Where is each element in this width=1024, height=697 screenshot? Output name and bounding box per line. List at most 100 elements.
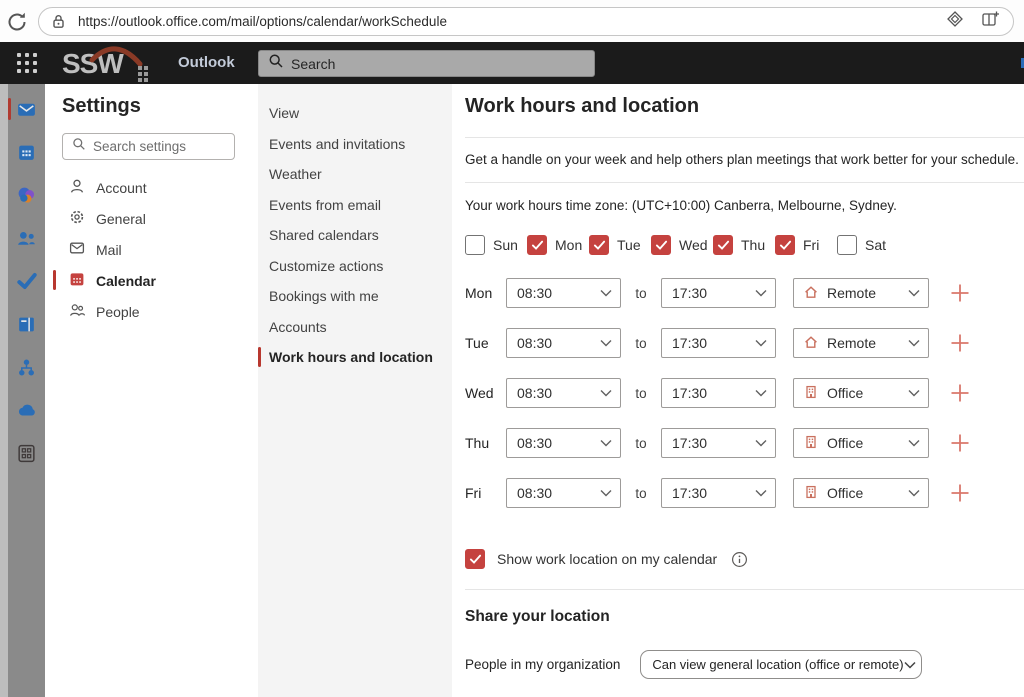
add-time-slot-button[interactable]	[949, 332, 971, 354]
ssw-logo[interactable]: SSW	[62, 46, 158, 82]
chevron-down-icon	[600, 389, 612, 397]
checkbox-checked[interactable]	[651, 235, 671, 255]
start-time-value: 08:30	[517, 385, 552, 401]
app-launcher-icon[interactable]	[17, 53, 38, 74]
chevron-down-icon	[755, 439, 767, 447]
subnav-item-customize-actions[interactable]: Customize actions	[258, 251, 452, 282]
settings-item-calendar[interactable]: Calendar	[62, 265, 258, 296]
home-icon	[803, 334, 819, 353]
end-time-select[interactable]: 17:30	[661, 378, 776, 408]
subnav-item-weather[interactable]: Weather	[258, 159, 452, 190]
orgchart-icon[interactable]	[16, 356, 38, 378]
more-apps-icon[interactable]	[16, 442, 38, 464]
day-toggle-sun[interactable]: Sun	[465, 235, 527, 255]
subnav-item-work-hours-location[interactable]: Work hours and location	[258, 342, 452, 373]
day-label: Thu	[741, 237, 765, 253]
reload-icon[interactable]	[5, 10, 29, 34]
settings-search-box[interactable]	[62, 133, 235, 160]
subnav-item-accounts[interactable]: Accounts	[258, 312, 452, 343]
show-location-checkbox[interactable]	[465, 549, 485, 569]
share-section-title: Share your location	[465, 608, 1024, 626]
start-time-select[interactable]: 08:30	[506, 328, 621, 358]
kiosk-icon[interactable]	[16, 313, 38, 335]
url-text[interactable]: https://outlook.office.com/mail/options/…	[78, 14, 447, 29]
location-select[interactable]: Office	[793, 378, 929, 408]
location-select[interactable]: Remote	[793, 278, 929, 308]
day-toggle-wed[interactable]: Wed	[651, 235, 713, 255]
page-description: Get a handle on your week and help other…	[465, 152, 1024, 167]
share-permission-value: Can view general location (office or rem…	[652, 657, 903, 672]
add-time-slot-button[interactable]	[949, 282, 971, 304]
split-window-icon[interactable]	[981, 10, 1000, 33]
subnav-item-view[interactable]: View	[258, 98, 452, 129]
checkbox-checked[interactable]	[589, 235, 609, 255]
ssw-logo-pixels	[138, 66, 148, 82]
settings-item-people[interactable]: People	[62, 296, 258, 327]
address-bar[interactable]: https://outlook.office.com/mail/options/…	[38, 7, 1014, 36]
show-location-label: Show work location on my calendar	[497, 551, 717, 567]
day-toggle-tue[interactable]: Tue	[589, 235, 651, 255]
checkbox-checked[interactable]	[713, 235, 733, 255]
subnav-label: Events from email	[269, 197, 381, 213]
checkbox-checked[interactable]	[527, 235, 547, 255]
chevron-down-icon	[600, 289, 612, 297]
subnav-label: Events and invitations	[269, 136, 405, 152]
day-toggle-sat[interactable]: Sat	[837, 235, 899, 255]
work-hours-pane: Work hours and location Get a handle on …	[452, 84, 1024, 697]
mail-icon[interactable]	[16, 98, 38, 120]
chevron-down-icon	[908, 389, 920, 397]
subnav-label: Weather	[269, 166, 322, 182]
start-time-select[interactable]: 08:30	[506, 378, 621, 408]
site-info-lock-icon[interactable]	[50, 13, 67, 30]
location-value: Office	[827, 485, 863, 501]
divider	[465, 182, 1024, 183]
home-icon	[803, 284, 819, 303]
teams-icon[interactable]	[16, 184, 38, 206]
chevron-down-icon	[600, 439, 612, 447]
end-time-select[interactable]: 17:30	[661, 478, 776, 508]
reader-mode-icon[interactable]	[946, 10, 964, 33]
subnav-item-events-from-email[interactable]: Events from email	[258, 190, 452, 221]
day-toggle-mon[interactable]: Mon	[527, 235, 589, 255]
calendar-icon[interactable]	[16, 141, 38, 163]
top-search-box[interactable]	[258, 50, 595, 77]
onedrive-icon[interactable]	[16, 399, 38, 421]
location-value: Remote	[827, 285, 876, 301]
add-time-slot-button[interactable]	[949, 482, 971, 504]
day-label: Tue	[617, 237, 641, 253]
subnav-item-shared-calendars[interactable]: Shared calendars	[258, 220, 452, 251]
checkbox-unchecked[interactable]	[837, 235, 857, 255]
day-toggle-thu[interactable]: Thu	[713, 235, 775, 255]
location-select[interactable]: Office	[793, 478, 929, 508]
people-icon[interactable]	[16, 227, 38, 249]
divider	[465, 589, 1024, 590]
settings-item-account[interactable]: Account	[62, 172, 258, 203]
settings-item-mail[interactable]: Mail	[62, 234, 258, 265]
end-time-select[interactable]: 17:30	[661, 428, 776, 458]
chevron-down-icon	[908, 289, 920, 297]
top-search-input[interactable]	[291, 56, 551, 72]
subnav-item-events-invitations[interactable]: Events and invitations	[258, 129, 452, 160]
location-select[interactable]: Office	[793, 428, 929, 458]
subnav-label: Accounts	[269, 319, 327, 335]
schedule-row-tue: Tue 08:30 to 17:30 Remote	[465, 328, 1024, 358]
day-toggle-fri[interactable]: Fri	[775, 235, 837, 255]
settings-search-input[interactable]	[93, 139, 218, 154]
start-time-select[interactable]: 08:30	[506, 278, 621, 308]
start-time-select[interactable]: 08:30	[506, 478, 621, 508]
end-time-select[interactable]: 17:30	[661, 328, 776, 358]
to-label: to	[631, 436, 651, 451]
add-time-slot-button[interactable]	[949, 382, 971, 404]
checkbox-unchecked[interactable]	[465, 235, 485, 255]
location-select[interactable]: Remote	[793, 328, 929, 358]
add-time-slot-button[interactable]	[949, 432, 971, 454]
end-time-select[interactable]: 17:30	[661, 278, 776, 308]
info-icon[interactable]	[731, 551, 748, 568]
settings-item-general[interactable]: General	[62, 203, 258, 234]
search-icon	[268, 53, 284, 74]
share-permission-select[interactable]: Can view general location (office or rem…	[640, 650, 922, 679]
todo-icon[interactable]	[16, 270, 38, 292]
start-time-select[interactable]: 08:30	[506, 428, 621, 458]
checkbox-checked[interactable]	[775, 235, 795, 255]
subnav-item-bookings-with-me[interactable]: Bookings with me	[258, 281, 452, 312]
